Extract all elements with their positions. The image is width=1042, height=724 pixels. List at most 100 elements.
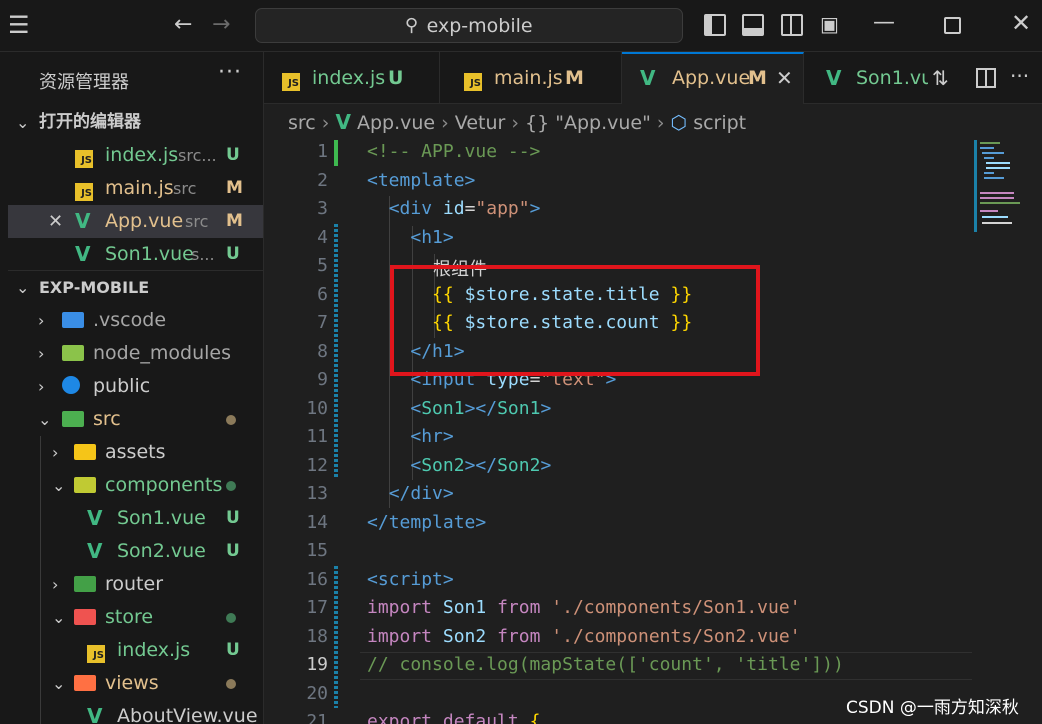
code-line: <script>: [367, 569, 454, 590]
file-name: index.js: [105, 144, 179, 166]
tab-label: main.js: [494, 67, 563, 89]
open-editors-header[interactable]: ⌄ 打开的编辑器: [8, 106, 263, 139]
more-actions-icon[interactable]: ···: [1010, 64, 1029, 88]
open-editor-item-active[interactable]: ✕ V App.vue src M: [8, 205, 263, 238]
project-header[interactable]: ⌄ EXP-MOBILE: [8, 271, 263, 304]
back-arrow-icon[interactable]: ←: [174, 14, 192, 36]
chevron-down-icon: ⌄: [52, 608, 66, 627]
chevron-right-icon: ›: [52, 575, 59, 594]
tree-folder[interactable]: ⌄ components: [8, 469, 263, 502]
breadcrumb: src › V App.vue › Vetur › {} "App.vue" ›…: [288, 110, 747, 134]
file-name: App.vue: [105, 210, 184, 232]
untracked-dot: [226, 613, 236, 623]
chevron-right-icon: ›: [52, 443, 59, 462]
menu-icon[interactable]: ☰: [8, 13, 30, 37]
annotation-highlight-box: [390, 265, 760, 376]
code-editor[interactable]: 1 2 3 4 5 6 7 8 9 10 11 12 13 14 15 16 1…: [264, 138, 1042, 724]
tree-folder[interactable]: ⌄ src: [8, 403, 263, 436]
src-folder-icon: [62, 411, 84, 427]
code-line: <hr>: [410, 426, 454, 447]
tree-folder[interactable]: › router: [8, 568, 263, 601]
folder-name: .vscode: [93, 309, 167, 331]
line-number: 11: [306, 426, 328, 447]
breadcrumb-item[interactable]: script: [693, 112, 746, 134]
code-line: // console.log(mapState(['count', 'title…: [367, 654, 844, 675]
node-folder-icon: [62, 345, 84, 361]
open-editor-item[interactable]: V Son1.vue s... U: [8, 238, 263, 271]
tree-folder[interactable]: › public: [8, 370, 263, 403]
open-editor-item[interactable]: JS index.js src... U: [8, 139, 263, 172]
folder-name: store: [105, 606, 154, 628]
vue-file-icon: V: [87, 704, 103, 724]
chevron-down-icon: ⌄: [38, 410, 52, 429]
tree-folder[interactable]: ⌄ views: [8, 667, 263, 700]
compare-changes-icon[interactable]: ⇅: [932, 66, 949, 90]
tab-status: M: [565, 67, 584, 89]
search-label: exp-mobile: [426, 14, 533, 37]
file-name: Son1.vue: [105, 243, 194, 265]
tree-file[interactable]: V AboutView.vue: [8, 700, 263, 724]
minimap[interactable]: [970, 138, 1034, 248]
minimize-icon[interactable]: —: [873, 12, 895, 34]
line-number: 1: [317, 141, 328, 162]
chevron-down-icon: ⌄: [52, 674, 66, 693]
tree-folder[interactable]: › .vscode: [8, 304, 263, 337]
git-status-badge: U: [226, 244, 240, 264]
file-name: main.js: [105, 177, 174, 199]
watermark: CSDN @一雨方知深秋: [846, 698, 1019, 718]
breadcrumb-item[interactable]: src: [288, 112, 316, 134]
folder-name: views: [105, 672, 159, 694]
code-line: import Son1 from './components/Son1.vue': [367, 597, 801, 618]
split-editor-icon[interactable]: [976, 68, 996, 88]
breadcrumb-item[interactable]: App.vue: [357, 112, 435, 134]
line-number: 2: [317, 170, 328, 191]
chevron-down-icon: ⌄: [52, 476, 66, 495]
tab-app-vue[interactable]: V App.vue M ✕: [622, 52, 804, 104]
toggle-panel-icon[interactable]: [742, 14, 764, 36]
toggle-secondary-sidebar-icon[interactable]: [781, 14, 803, 36]
line-number: 6: [317, 284, 328, 305]
added-line-marker: [334, 140, 338, 166]
vue-file-icon: V: [87, 506, 103, 530]
tree-folder[interactable]: › node_modules: [8, 337, 263, 370]
maximize-icon[interactable]: [944, 17, 961, 34]
js-file-icon: JS: [464, 73, 482, 91]
close-icon[interactable]: ✕: [1011, 11, 1031, 35]
git-status-badge: M: [226, 211, 243, 231]
tab-main-js[interactable]: JS main.js M: [440, 52, 622, 104]
tree-file[interactable]: V Son1.vue U: [8, 502, 263, 535]
tree-file[interactable]: V Son2.vue U: [8, 535, 263, 568]
open-editor-item[interactable]: JS main.js src M: [8, 172, 263, 205]
command-center-search[interactable]: ⚲ exp-mobile: [255, 8, 683, 43]
modified-dot: [226, 679, 236, 689]
js-file-icon: JS: [75, 150, 93, 168]
editor-tabs: JS index.js U JS main.js M V App.vue M ✕…: [264, 52, 1042, 104]
more-actions-icon[interactable]: ···: [218, 60, 242, 85]
code-line: <Son2></Son2>: [410, 455, 552, 476]
title-bar: ☰ ← → ⚲ exp-mobile ▣ — ✕: [0, 0, 1042, 52]
forward-arrow-icon[interactable]: →: [212, 14, 230, 36]
code-line: </div>: [388, 483, 454, 504]
git-status-badge: U: [226, 508, 240, 528]
tree-file[interactable]: JS index.js U: [8, 634, 263, 667]
close-editor-icon[interactable]: ✕: [48, 205, 63, 238]
tab-index-js[interactable]: JS index.js U: [264, 52, 440, 104]
modified-lines-marker: [334, 566, 338, 708]
tree-folder[interactable]: ⌄ store: [8, 601, 263, 634]
chevron-down-icon: ⌄: [16, 113, 30, 132]
tab-label: index.js: [312, 67, 386, 89]
tree-folder[interactable]: › assets: [8, 436, 263, 469]
breadcrumb-item[interactable]: Vetur: [455, 112, 506, 134]
toggle-primary-sidebar-icon[interactable]: [704, 14, 726, 36]
folder-name: components: [105, 474, 223, 496]
tab-son1-vue[interactable]: V Son1.vu: [804, 52, 928, 104]
customize-layout-icon[interactable]: ▣: [820, 13, 839, 35]
code-line: import Son2 from './components/Son2.vue': [367, 626, 801, 647]
close-tab-icon[interactable]: ✕: [776, 54, 793, 102]
modified-dot: [226, 415, 236, 425]
git-status-badge: U: [226, 541, 240, 561]
globe-folder-icon: [62, 376, 80, 394]
breadcrumb-item[interactable]: "App.vue": [555, 112, 651, 134]
line-number-current: 19: [306, 654, 328, 675]
vscode-folder-icon: [62, 312, 84, 328]
